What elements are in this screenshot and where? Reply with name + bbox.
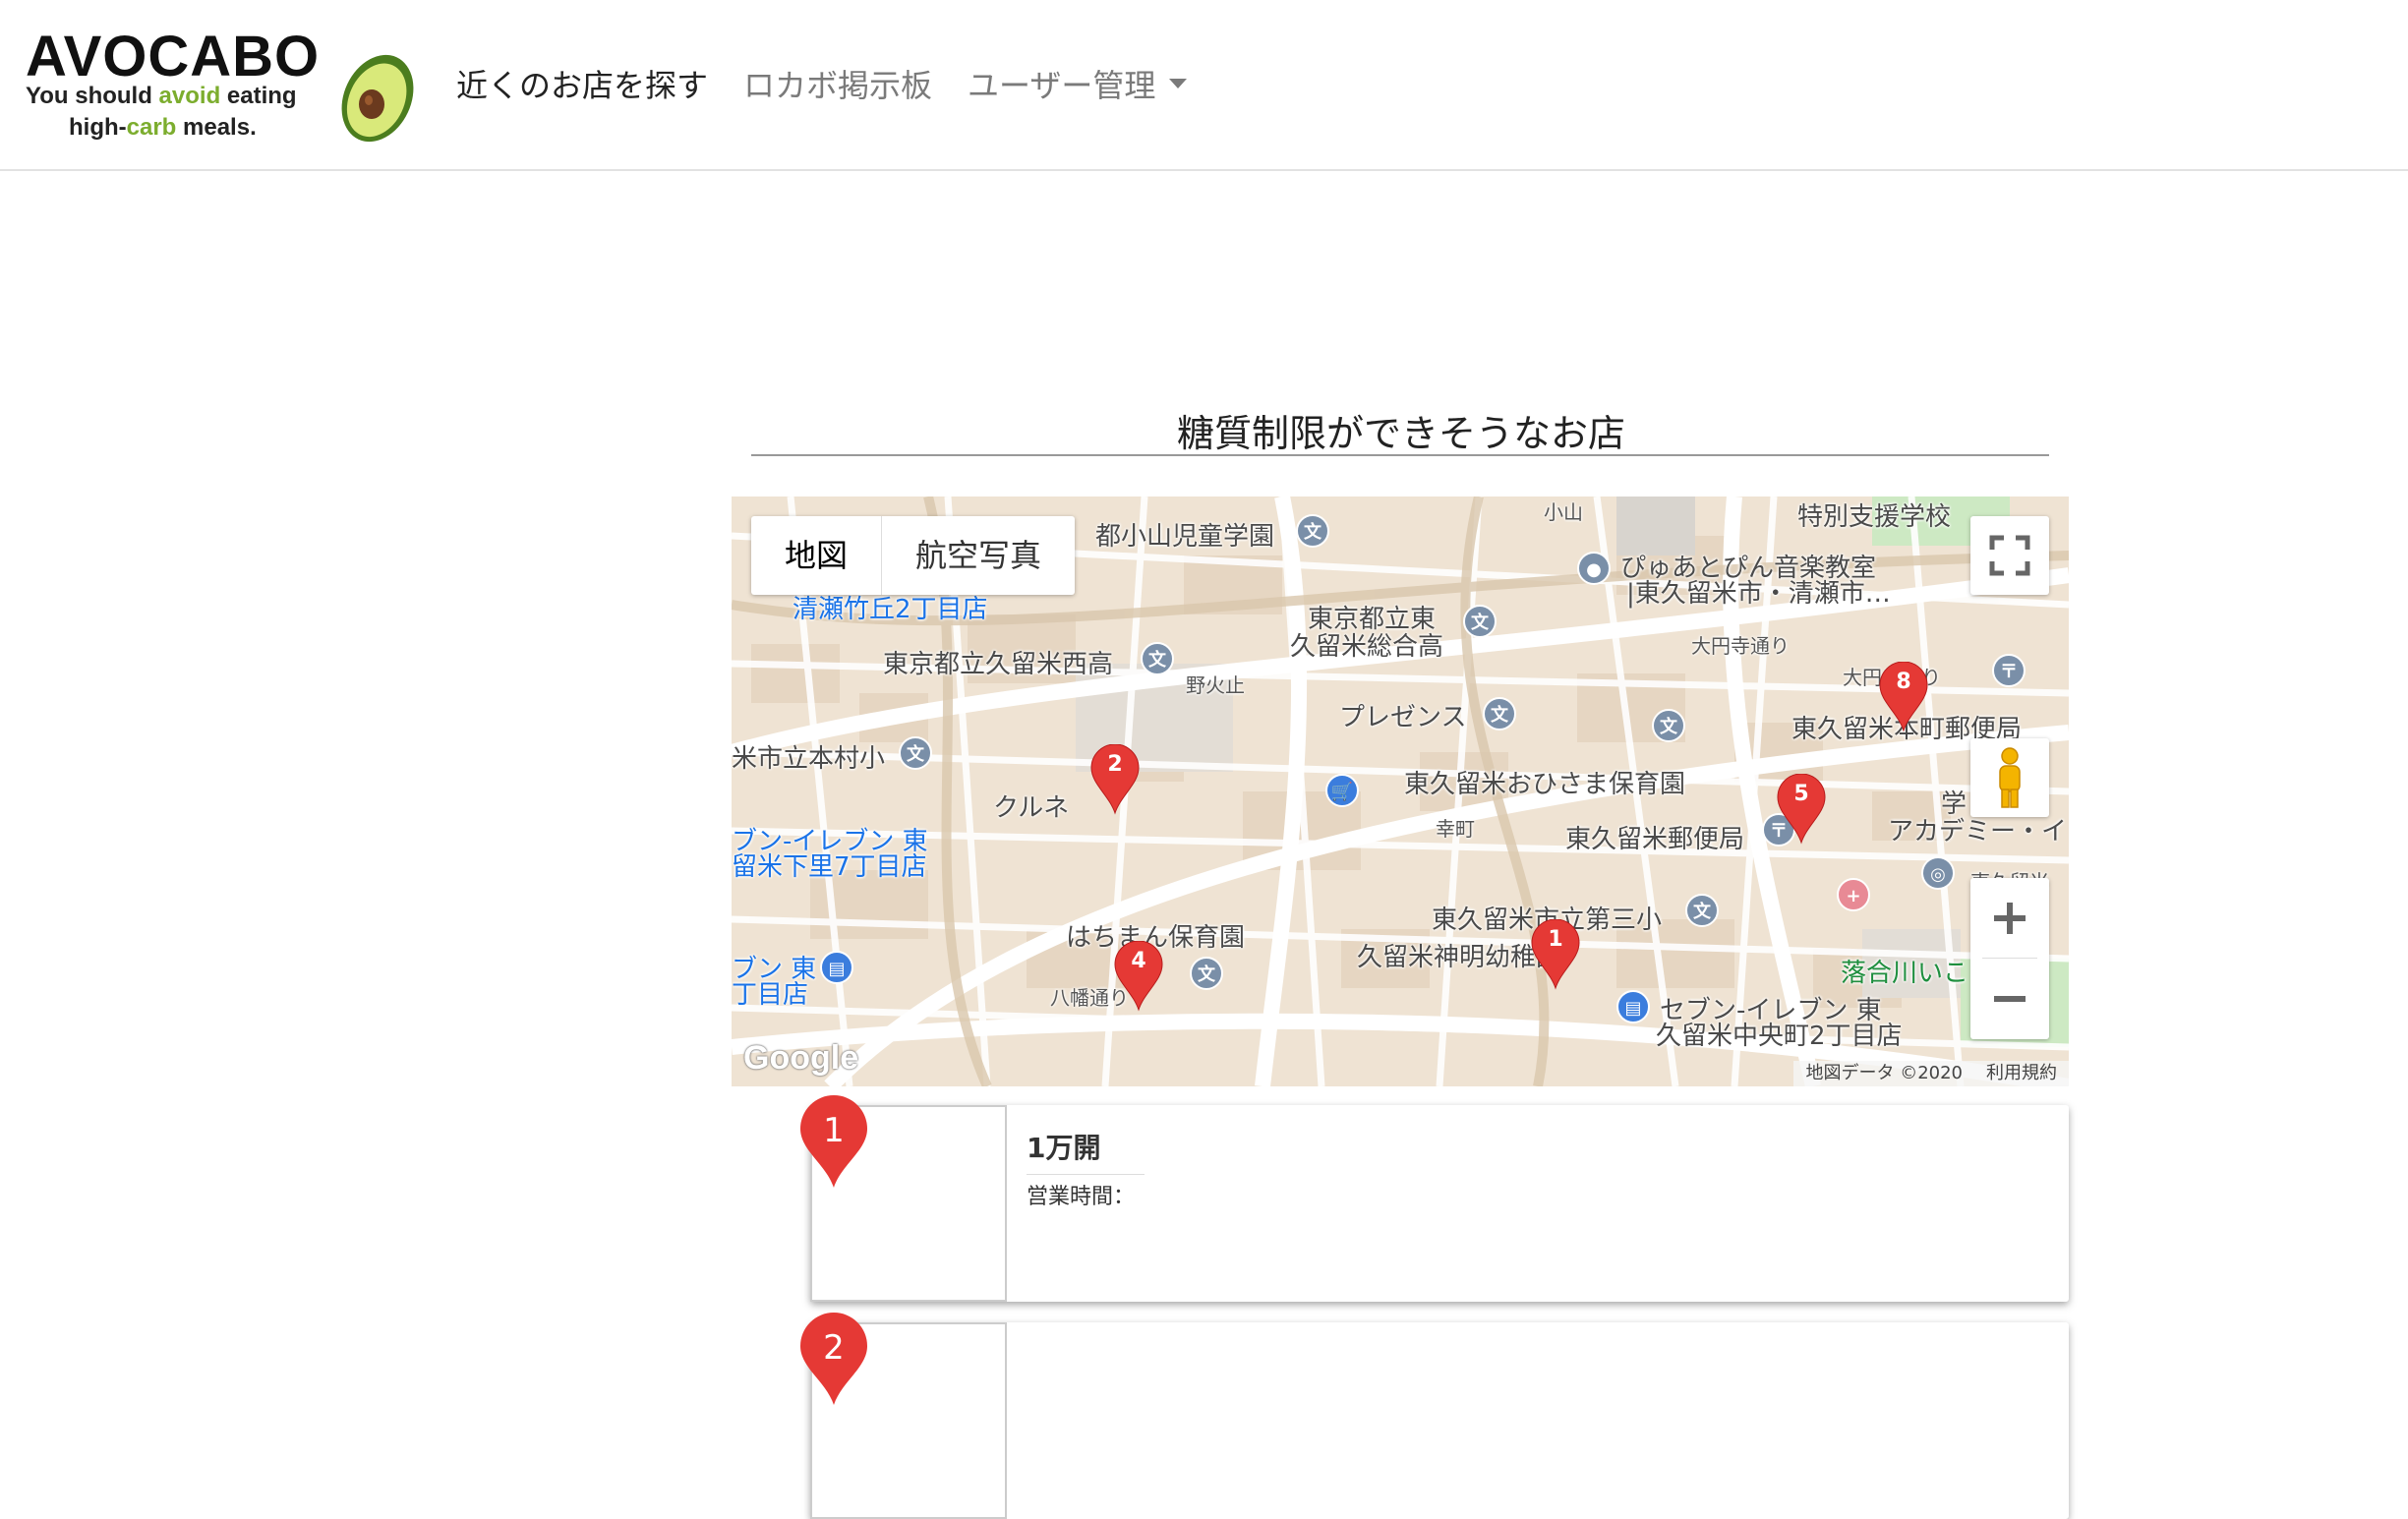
school-icon: 文	[1463, 605, 1497, 638]
school-icon: 文	[1296, 514, 1329, 548]
map-label: 都小山児童学園	[1095, 522, 1275, 552]
map-label: |東久留米市・清瀬市…	[1626, 579, 1891, 609]
pegman-icon	[1999, 747, 2021, 808]
map-marker-1[interactable]	[1530, 919, 1581, 990]
shopping-cart-icon: 🛒	[1325, 774, 1359, 807]
convenience-store-icon: ▤	[1616, 990, 1650, 1023]
school-icon: 文	[1190, 957, 1223, 990]
place-icon: ◎	[1921, 856, 1955, 890]
map-label: 米市立本村小	[732, 744, 886, 774]
shop-hours-label: 営業時間：	[1027, 1174, 1145, 1210]
map-label: 久留米中央町2丁目店	[1656, 1022, 1903, 1051]
shop-marker-1-label: 1	[823, 1111, 845, 1150]
map-label: 学	[1941, 789, 1968, 819]
zoom-out-button[interactable]	[1970, 959, 2049, 1039]
fullscreen-button[interactable]	[1970, 516, 2049, 595]
shop-card[interactable]	[810, 1322, 2069, 1519]
street-view-pegman-button[interactable]	[1970, 738, 2049, 817]
map-data-credit: 地図データ ©2020	[1805, 1063, 1963, 1083]
map-type-roadmap-button[interactable]: 地図	[751, 516, 881, 595]
minus-icon	[1994, 996, 2026, 1002]
terms-link[interactable]: 利用規約	[1986, 1061, 2057, 1086]
map-label: 野火止	[1186, 673, 1245, 697]
google-map[interactable]: 都小山児童学園 文 清瀬竹丘2丁目店 東京都立久留米西高 文 東京都立東 久留米…	[732, 497, 2069, 1086]
navbar: AVOCABO You should avoid eating high-car…	[0, 0, 2408, 171]
school-icon: 文	[1652, 709, 1685, 742]
map-label: 幸町	[1436, 817, 1475, 841]
map-label: 留米下里7丁目店	[732, 852, 927, 882]
school-icon: 文	[1685, 894, 1719, 927]
map-type-control: 地図 航空写真	[751, 516, 1076, 595]
title-divider	[751, 454, 2049, 456]
logo-tagline-line2: high-carb meals.	[69, 114, 257, 141]
map-label: 小山	[1544, 500, 1583, 524]
map-label: 特別支援学校	[1797, 502, 1952, 532]
map-label: 落合川いこ	[1841, 959, 1969, 988]
map-marker-4[interactable]	[1113, 941, 1164, 1012]
map-type-satellite-button[interactable]: 航空写真	[882, 516, 1075, 595]
map-label: 久留米総合高	[1290, 632, 1444, 662]
map-label: 東京都立久留米西高	[883, 650, 1114, 679]
zoom-control	[1970, 878, 2049, 1039]
nav-find-shops[interactable]: 近くのお店を探す	[456, 61, 708, 110]
post-office-icon: 〒	[1992, 654, 2026, 687]
logo-title: AVOCABO	[26, 25, 321, 88]
map-label: プレゼンス	[1339, 703, 1467, 732]
brand-logo[interactable]: AVOCABO You should avoid eating high-car…	[22, 18, 415, 146]
place-icon: ●	[1577, 552, 1611, 585]
map-label: 丁目店	[732, 980, 809, 1010]
zoom-in-button[interactable]	[1970, 878, 2049, 959]
convenience-store-icon: ▤	[820, 951, 853, 984]
map-marker-8[interactable]	[1878, 662, 1929, 732]
shop-marker-2-label: 2	[823, 1328, 845, 1368]
map-label: 東久留米おひさま保育園	[1404, 770, 1686, 799]
school-icon: 文	[899, 736, 932, 770]
nav-user-admin-dropdown[interactable]: ユーザー管理	[968, 61, 1188, 110]
page-title: 糖質制限ができそうなお店	[1176, 412, 1625, 455]
map-marker-5[interactable]	[1776, 774, 1827, 845]
school-icon: 文	[1141, 642, 1174, 675]
map-marker-2[interactable]	[1089, 744, 1141, 815]
school-icon: 文	[1483, 697, 1516, 730]
shop-card[interactable]: 1万開 営業時間：	[810, 1105, 2069, 1302]
shop-name[interactable]: 1万開	[1027, 1127, 1100, 1166]
nav-links: 近くのお店を探す ロカボ掲示板 ユーザー管理	[456, 61, 1222, 110]
map-label: 大円寺通り	[1691, 634, 1790, 658]
google-logo: Google	[743, 1039, 859, 1077]
avocado-icon	[341, 54, 414, 143]
map-label: 東久留米郵便局	[1565, 825, 1745, 854]
chevron-down-icon	[1169, 79, 1188, 88]
nav-user-admin-label: ユーザー管理	[968, 67, 1156, 104]
hospital-icon: +	[1837, 878, 1870, 911]
fullscreen-icon	[1989, 535, 2030, 576]
nav-board[interactable]: ロカボ掲示板	[743, 61, 932, 110]
logo-tagline-line1: You should avoid eating	[26, 83, 297, 109]
map-attribution: 地図データ ©2020 利用規約	[1793, 1061, 2069, 1086]
map-label: クルネ	[993, 793, 1070, 823]
